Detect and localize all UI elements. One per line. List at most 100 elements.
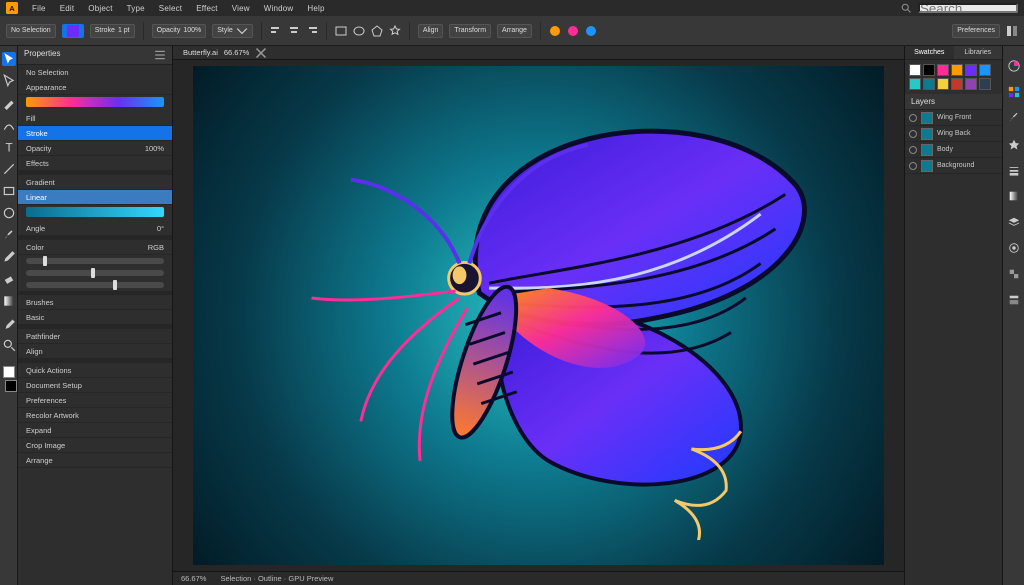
shape-rect-icon[interactable] — [335, 25, 347, 37]
tool-pencil[interactable] — [2, 250, 16, 264]
appearance-panel-icon[interactable] — [1008, 242, 1020, 254]
layer-row[interactable]: Wing Back — [905, 126, 1002, 142]
qa-recolor[interactable]: Recolor Artwork — [18, 408, 172, 423]
color-blue-icon[interactable] — [585, 25, 597, 37]
swatches-panel-icon[interactable] — [1008, 86, 1020, 98]
properties-panel-header[interactable]: Properties — [18, 46, 172, 65]
tool-selection[interactable] — [2, 52, 16, 66]
swatch[interactable] — [909, 64, 921, 76]
panel-menu-icon[interactable] — [154, 49, 166, 61]
shape-polygon-icon[interactable] — [371, 25, 383, 37]
swatch[interactable] — [909, 78, 921, 90]
properties-panel-icon[interactable] — [1008, 294, 1020, 306]
tab-libraries[interactable]: Libraries — [954, 46, 1003, 59]
tool-zoom[interactable] — [2, 338, 16, 352]
tab-swatches[interactable]: Swatches — [905, 46, 954, 59]
brushes-preset-row[interactable]: Basic — [18, 310, 172, 325]
qa-doc-setup[interactable]: Document Setup — [18, 378, 172, 393]
shape-ellipse-icon[interactable] — [353, 25, 365, 37]
preferences-chip[interactable]: Preferences — [952, 24, 1000, 38]
align-center-icon[interactable] — [288, 25, 300, 37]
tool-curvature[interactable] — [2, 118, 16, 132]
menu-view[interactable]: View — [232, 4, 250, 13]
gradient-preview-bar[interactable] — [26, 97, 164, 107]
swatch[interactable] — [951, 78, 963, 90]
visibility-toggle-icon[interactable] — [909, 114, 917, 122]
swatch[interactable] — [951, 64, 963, 76]
transparency-panel-icon[interactable] — [1008, 268, 1020, 280]
fill-row[interactable]: Fill — [18, 111, 172, 126]
swatch[interactable] — [965, 64, 977, 76]
shape-star-icon[interactable] — [389, 25, 401, 37]
tool-eyedropper[interactable] — [2, 316, 16, 330]
zoom-readout[interactable]: 66.67% — [181, 574, 206, 583]
swatch[interactable] — [923, 78, 935, 90]
foreground-color-swatch[interactable] — [3, 366, 15, 378]
align-left-icon[interactable] — [270, 25, 282, 37]
tool-eraser[interactable] — [2, 272, 16, 286]
artboard[interactable] — [193, 66, 884, 565]
tool-type[interactable]: T — [2, 140, 16, 154]
arrange-chip[interactable]: Arrange — [497, 24, 532, 38]
gradient-header-row[interactable]: Gradient — [18, 175, 172, 190]
stroke-chip[interactable]: Stroke1 pt — [90, 24, 135, 38]
color-g-slider[interactable] — [26, 270, 164, 276]
swatch[interactable] — [979, 64, 991, 76]
menu-object[interactable]: Object — [88, 4, 112, 13]
brushes-header-row[interactable]: Brushes — [18, 295, 172, 310]
menu-type[interactable]: Type — [127, 4, 145, 13]
tool-line[interactable] — [2, 162, 16, 176]
qa-arrange[interactable]: Arrange — [18, 453, 172, 468]
gradient-type-row[interactable]: Linear — [18, 190, 172, 205]
menu-edit[interactable]: Edit — [60, 4, 75, 13]
appearance-header-row[interactable]: Appearance — [18, 80, 172, 95]
visibility-toggle-icon[interactable] — [909, 130, 917, 138]
color-b-slider[interactable] — [26, 282, 164, 288]
layers-panel-icon[interactable] — [1008, 216, 1020, 228]
layers-header[interactable]: Layers — [905, 94, 1002, 110]
swatch[interactable] — [979, 78, 991, 90]
qa-preferences[interactable]: Preferences — [18, 393, 172, 408]
stroke-panel-icon[interactable] — [1008, 164, 1020, 176]
gradient-panel-icon[interactable] — [1008, 190, 1020, 202]
swatch[interactable] — [923, 64, 935, 76]
color-header-row[interactable]: ColorRGB — [18, 240, 172, 255]
document-tab[interactable]: Butterfly.ai 66.67% — [173, 46, 904, 60]
menu-window[interactable]: Window — [264, 4, 294, 13]
swatch[interactable] — [937, 78, 949, 90]
visibility-toggle-icon[interactable] — [909, 146, 917, 154]
tool-pen[interactable] — [2, 96, 16, 110]
tool-direct-select[interactable] — [2, 74, 16, 88]
color-r-slider[interactable] — [26, 258, 164, 264]
tool-gradient[interactable] — [2, 294, 16, 308]
doc-profile-chip[interactable]: No Selection — [6, 24, 56, 38]
symbols-panel-icon[interactable] — [1008, 138, 1020, 150]
stroke-row[interactable]: Stroke — [18, 126, 172, 141]
background-color-swatch[interactable] — [5, 380, 17, 392]
opacity-row[interactable]: Opacity100% — [18, 141, 172, 156]
close-tab-icon[interactable] — [255, 47, 267, 59]
color-panel-icon[interactable] — [1008, 60, 1020, 72]
swatch[interactable] — [937, 64, 949, 76]
brushes-panel-icon[interactable] — [1008, 112, 1020, 124]
menu-file[interactable]: File — [32, 4, 46, 13]
menu-select[interactable]: Select — [159, 4, 182, 13]
transform-chip[interactable]: Transform — [449, 24, 491, 38]
search-input[interactable] — [918, 3, 1018, 13]
visibility-toggle-icon[interactable] — [909, 162, 917, 170]
align-header-row[interactable]: Align — [18, 344, 172, 359]
canvas-viewport[interactable] — [173, 60, 904, 571]
qa-crop[interactable]: Crop Image — [18, 438, 172, 453]
menu-effect[interactable]: Effect — [196, 4, 218, 13]
opacity-chip[interactable]: Opacity100% — [152, 24, 207, 38]
swatch[interactable] — [965, 78, 977, 90]
pathfinder-header-row[interactable]: Pathfinder — [18, 329, 172, 344]
gradient-slider[interactable] — [26, 207, 164, 217]
layer-row[interactable]: Body — [905, 142, 1002, 158]
fill-swatch-chip[interactable] — [62, 24, 84, 38]
tool-brush[interactable] — [2, 228, 16, 242]
align-right-icon[interactable] — [306, 25, 318, 37]
effects-row[interactable]: Effects — [18, 156, 172, 171]
color-orange-icon[interactable] — [549, 25, 561, 37]
align-chip[interactable]: Align — [418, 24, 444, 38]
